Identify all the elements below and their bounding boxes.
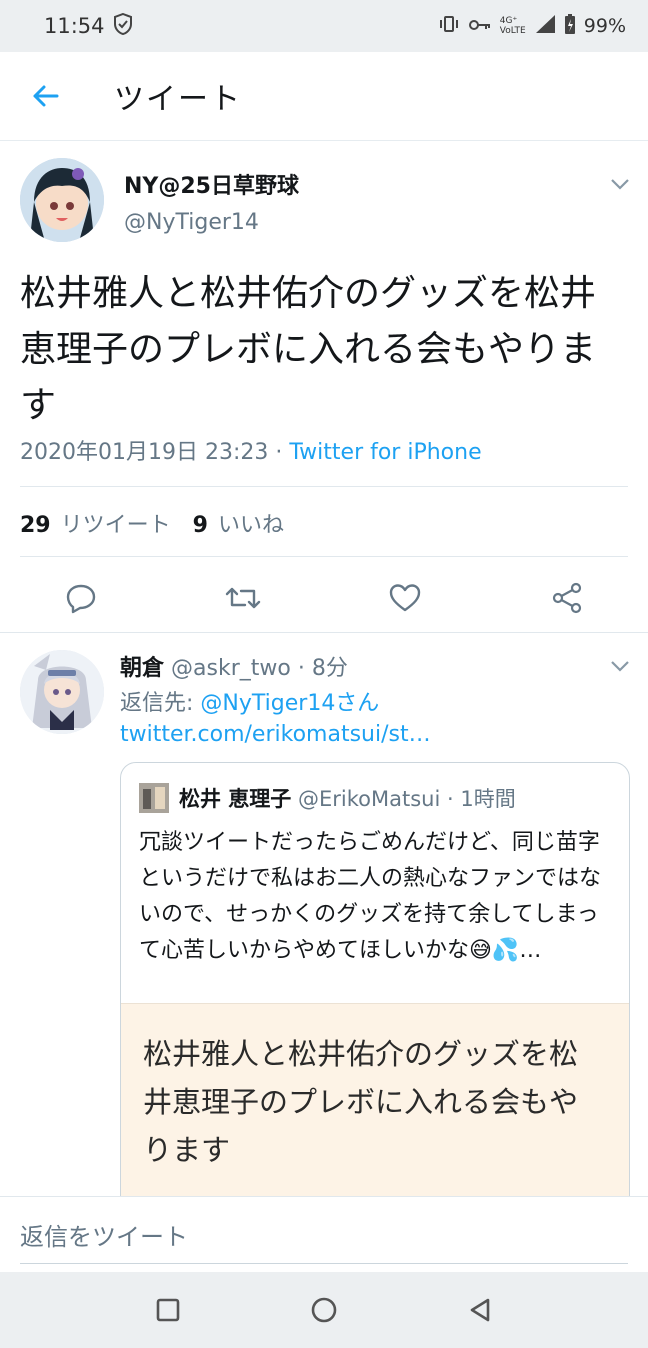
triangle-back-icon <box>470 1298 490 1322</box>
like-stat[interactable]: 9 いいね <box>193 507 284 539</box>
reply-to-label: 返信先: <box>120 691 194 716</box>
reply-author-handle[interactable]: @askr_two <box>171 656 291 681</box>
thread-divider <box>0 632 648 633</box>
tweet-source-link[interactable]: Twitter for iPhone <box>289 440 481 465</box>
author-name[interactable]: NY@25日草野球 <box>124 168 299 200</box>
key-icon <box>468 15 492 37</box>
quote-separator: · <box>447 787 454 811</box>
heart-icon <box>389 584 421 612</box>
status-time: 11:54 <box>44 14 105 38</box>
quote-author-name: 松井 恵理子 <box>179 787 292 811</box>
meta-separator: · <box>275 440 283 465</box>
quote-author-handle: @ErikoMatsui <box>298 787 441 811</box>
reply-time: 8分 <box>311 656 348 681</box>
battery-icon <box>564 13 576 40</box>
retweet-label: リツイート <box>60 513 171 538</box>
share-button[interactable] <box>547 578 587 618</box>
retweet-count: 29 <box>20 513 51 538</box>
author-avatar[interactable] <box>20 158 104 242</box>
network-label: 4G⁺ VoLTE <box>499 16 526 36</box>
status-icons: 4G⁺ VoLTE 99% <box>438 13 626 40</box>
share-icon <box>552 582 582 614</box>
signal-icon <box>534 14 556 39</box>
divider <box>20 556 628 557</box>
retweet-icon <box>225 587 261 609</box>
quoted-tweet-card[interactable]: 松井 恵理子 @ErikoMatsui · 1時間 冗談ツイートだったらごめんだ… <box>120 762 630 1222</box>
reply-button[interactable] <box>61 578 101 618</box>
reply-input[interactable]: 返信をツイート <box>20 1217 188 1252</box>
tweet-menu-chevron-icon[interactable] <box>608 172 632 196</box>
quote-image[interactable]: 松井雅人と松井佑介のグッズを松井恵理子のプレボに入れる会もやります <box>121 1003 629 1221</box>
system-nav-bar <box>0 1272 648 1348</box>
tweet-meta: 2020年01月19日 23:23 · Twitter for iPhone <box>20 434 482 466</box>
tweet-date: 2020年01月19日 23:23 <box>20 440 269 465</box>
tweet-stats: 29 リツイート 9 いいね <box>20 507 284 539</box>
reply-header: 朝倉 @askr_two · 8分 <box>120 650 348 682</box>
like-count: 9 <box>192 513 208 538</box>
author-handle[interactable]: @NyTiger14 <box>124 210 259 235</box>
divider <box>20 486 628 487</box>
tweet-text: 松井雅人と松井佑介のグッズを松井恵理子のプレボに入れる会もやります <box>20 273 597 426</box>
retweet-button[interactable] <box>223 578 263 618</box>
quote-time: 1時間 <box>460 787 516 811</box>
reply-author-name[interactable]: 朝倉 <box>120 656 164 681</box>
quote-image-text: 松井雅人と松井佑介のグッズを松井恵理子のプレボに入れる会もやります <box>143 1037 579 1167</box>
shield-icon <box>113 12 133 40</box>
circle-icon <box>311 1297 337 1323</box>
reply-separator: · <box>297 656 305 681</box>
reply-to-user-link[interactable]: @NyTiger14さん <box>200 691 379 716</box>
like-label: いいね <box>217 513 284 538</box>
retweet-stat[interactable]: 29 リツイート <box>20 507 171 539</box>
back-arrow-icon <box>33 85 59 107</box>
reply-to-line: 返信先: @NyTiger14さん <box>120 685 379 717</box>
app-header: ツイート <box>0 52 648 141</box>
reply-composer: 返信をツイート <box>0 1196 648 1272</box>
reply-menu-chevron-icon[interactable] <box>608 654 632 678</box>
quote-header: 松井 恵理子 @ErikoMatsui · 1時間 <box>179 783 516 813</box>
reply-url-link[interactable]: twitter.com/erikomatsui/st… <box>120 722 431 747</box>
back-nav-button[interactable] <box>464 1294 496 1326</box>
like-button[interactable] <box>385 578 425 618</box>
status-bar: 11:54 4G⁺ VoLTE 99% <box>0 0 648 52</box>
quote-author-avatar <box>139 783 169 813</box>
tweet-actions <box>0 568 648 632</box>
battery-percent: 99% <box>583 15 626 37</box>
recents-button[interactable] <box>152 1294 184 1326</box>
back-button[interactable] <box>0 52 90 141</box>
reply-icon <box>66 584 96 614</box>
vibrate-icon <box>438 15 460 38</box>
square-icon <box>156 1298 180 1322</box>
quote-text: 冗談ツイートだったらごめんだけど、同じ苗字というだけで私はお二人の熱心なファンで… <box>139 830 602 963</box>
reply-author-avatar[interactable] <box>20 650 104 734</box>
reply-input-underline <box>20 1263 628 1264</box>
home-button[interactable] <box>308 1294 340 1326</box>
page-title: ツイート <box>114 82 242 117</box>
